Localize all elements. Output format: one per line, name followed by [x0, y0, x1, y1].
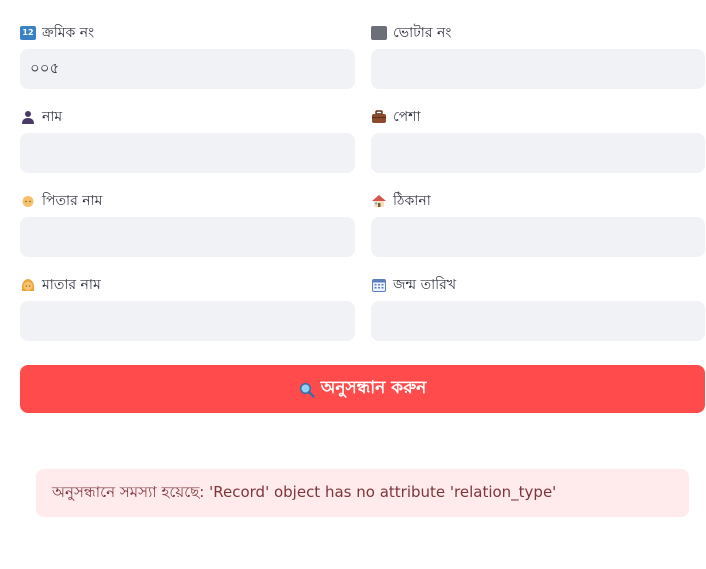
address-label: ঠিকানা: [393, 193, 431, 209]
address-field: ঠিকানা: [371, 188, 705, 272]
birth-date-input[interactable]: [371, 301, 705, 341]
father-name-input[interactable]: [20, 217, 355, 257]
serial-number-input[interactable]: [20, 49, 355, 89]
birth-date-label: জন্ম তারিখ: [393, 277, 457, 293]
search-button-label: অনুসন্ধান করুন: [320, 378, 427, 398]
error-alert: অনুসন্ধানে সমস্যা হয়েছে: 'Record' objec…: [36, 469, 689, 517]
voter-number-label: ভোটার নং: [393, 25, 452, 41]
search-form-page: 12 ক্রমিক নং ভোটার নং নাম: [0, 0, 706, 569]
birth-date-label-row: জন্ম তারিখ: [371, 273, 705, 297]
serial-number-field: 12 ক্রমিক নং: [20, 20, 355, 104]
voter-number-input[interactable]: [371, 49, 705, 89]
mother-name-input[interactable]: [20, 301, 355, 341]
mother-name-label-row: মাতার নাম: [20, 273, 355, 297]
person-icon: [20, 110, 36, 124]
search-button[interactable]: অনুসন্ধান করুন: [20, 365, 705, 413]
voter-number-label-row: ভোটার নং: [371, 21, 705, 45]
magnifying-glass-icon: [299, 382, 315, 398]
briefcase-icon: [371, 110, 387, 124]
ballot-box-icon: [371, 26, 387, 40]
error-message: অনুসন্ধানে সমস্যা হয়েছে: 'Record' objec…: [52, 482, 557, 501]
occupation-label-row: পেশা: [371, 105, 705, 129]
birth-date-field: জন্ম তারিখ: [371, 272, 705, 356]
father-name-label-row: পিতার নাম: [20, 189, 355, 213]
house-icon: [371, 194, 387, 208]
voter-number-field: ভোটার নং: [371, 20, 705, 104]
page-heading-cropped: [210, 0, 300, 2]
occupation-label: পেশা: [393, 109, 421, 125]
serial-number-label: ক্রমিক নং: [42, 25, 95, 41]
occupation-field: পেশা: [371, 104, 705, 188]
name-label-row: নাম: [20, 105, 355, 129]
father-name-field: পিতার নাম: [20, 188, 355, 272]
name-input[interactable]: [20, 133, 355, 173]
name-label: নাম: [42, 109, 63, 125]
man-icon: [20, 194, 36, 208]
mother-name-field: মাতার নাম: [20, 272, 355, 356]
mother-name-label: মাতার নাম: [42, 277, 101, 293]
name-field: নাম: [20, 104, 355, 188]
input-numbers-icon: 12: [20, 26, 36, 40]
address-label-row: ঠিকানা: [371, 189, 705, 213]
woman-icon: [20, 278, 36, 292]
address-input[interactable]: [371, 217, 705, 257]
serial-number-label-row: 12 ক্রমিক নং: [20, 21, 355, 45]
calendar-icon: [371, 278, 387, 292]
search-form: 12 ক্রমিক নং ভোটার নং নাম: [20, 20, 705, 356]
occupation-input[interactable]: [371, 133, 705, 173]
father-name-label: পিতার নাম: [42, 193, 103, 209]
